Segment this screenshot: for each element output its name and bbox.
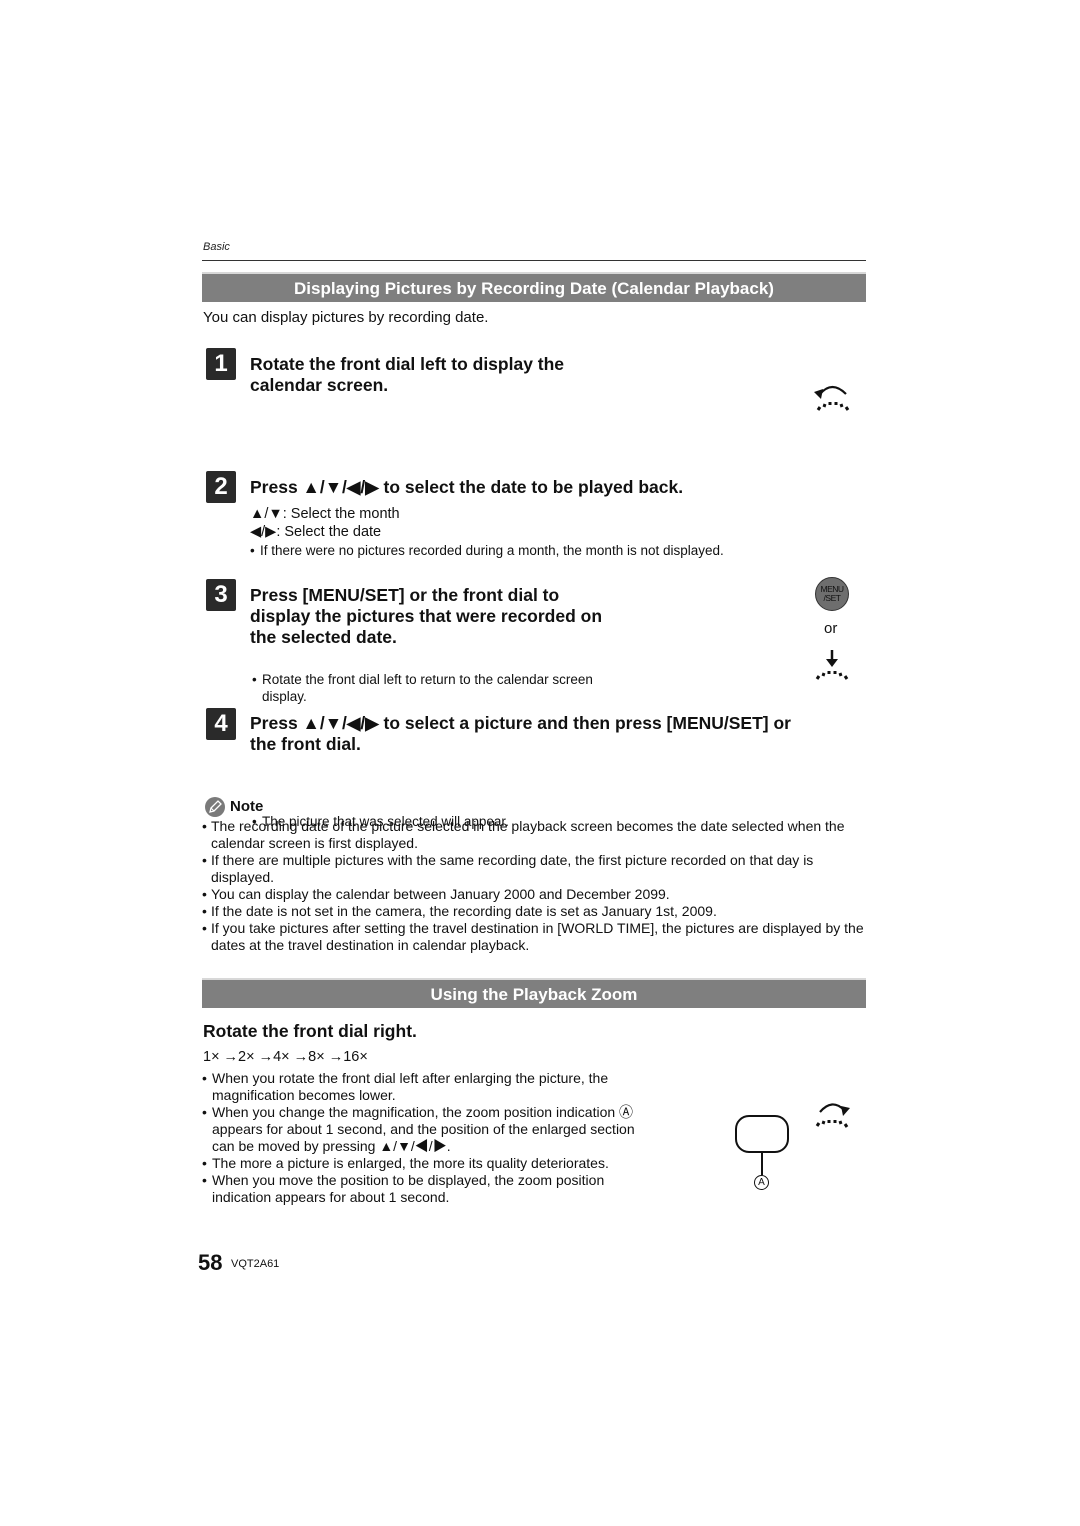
- document-code: VQT2A61: [231, 1258, 280, 1270]
- zoom-bullet: When you change the magnification, the z…: [202, 1104, 642, 1155]
- callout-a-label: A: [754, 1175, 769, 1190]
- step-2-detail-month: ▲/▼: Select the month: [250, 506, 400, 522]
- step-number-1: 1: [206, 348, 236, 380]
- menu-set-button-icon: MENU /SET: [815, 577, 849, 611]
- note-list: The recording date of the picture select…: [202, 818, 872, 954]
- section-heading-calendar-playback: Displaying Pictures by Recording Date (C…: [202, 272, 866, 302]
- intro-text: You can display pictures by recording da…: [203, 309, 489, 326]
- dial-rotate-right-icon: [812, 1098, 856, 1132]
- step-2-title: Press ▲/▼/◀/▶ to select the date to be p…: [250, 477, 684, 497]
- step-1-title: Rotate the front dial left to display th…: [250, 354, 564, 396]
- page-number: 58: [198, 1250, 223, 1275]
- dial-press-icon: [812, 648, 852, 682]
- note-item: If the date is not set in the camera, th…: [202, 903, 872, 920]
- header-rule: [202, 260, 866, 261]
- section-heading-playback-zoom: Using the Playback Zoom: [202, 978, 866, 1008]
- step-2-detail-date: ◀/▶: Select the date: [250, 524, 382, 540]
- step-4-title-line2: the front dial.: [250, 734, 361, 754]
- or-label: or: [824, 620, 838, 637]
- step-3-title-line3: the selected date.: [250, 627, 397, 647]
- note-item: You can display the calendar between Jan…: [202, 886, 872, 903]
- dial-rotate-left-icon: [810, 380, 854, 416]
- section-label: Basic: [203, 241, 230, 253]
- step-1-title-line2: calendar screen.: [250, 375, 389, 395]
- step-3-title: Press [MENU/SET] or the front dial to di…: [250, 585, 602, 648]
- step-number-2: 2: [206, 471, 236, 503]
- callout-line: [761, 1153, 763, 1175]
- step-1-title-line1: Rotate the front dial left to display th…: [250, 354, 565, 374]
- step-2-bullet: If there were no pictures recorded durin…: [250, 542, 860, 559]
- step-3-bullet: Rotate the front dial left to return to …: [252, 671, 622, 705]
- menu-set-label-line2: /SET: [823, 593, 841, 603]
- note-item: The recording date of the picture select…: [202, 818, 872, 852]
- zoom-position-indicator-shape: [735, 1115, 789, 1153]
- zoom-magnification-sequence: 1× →2× →4× →8× →16×: [203, 1049, 368, 1065]
- step-3-title-line2: display the pictures that were recorded …: [250, 606, 603, 626]
- zoom-bullet: When you rotate the front dial left afte…: [202, 1070, 642, 1104]
- step-number-3: 3: [206, 579, 236, 611]
- step-4-title: Press ▲/▼/◀/▶ to select a picture and th…: [250, 713, 791, 755]
- step-4-title-line1: Press ▲/▼/◀/▶ to select a picture and th…: [250, 713, 791, 733]
- zoom-bullet: The more a picture is enlarged, the more…: [202, 1155, 642, 1172]
- step-2-details: ▲/▼: Select the month ◀/▶: Select the da…: [250, 505, 400, 541]
- zoom-bullet: When you move the position to be display…: [202, 1172, 642, 1206]
- zoom-subtitle: Rotate the front dial right.: [203, 1021, 417, 1041]
- zoom-bullet-list: When you rotate the front dial left afte…: [202, 1070, 642, 1206]
- note-item: If you take pictures after setting the t…: [202, 920, 872, 954]
- step-number-4: 4: [206, 708, 236, 740]
- step-3-title-line1: Press [MENU/SET] or the front dial to: [250, 585, 560, 605]
- note-label: Note: [230, 798, 264, 815]
- note-item: If there are multiple pictures with the …: [202, 852, 872, 886]
- pencil-note-icon: [205, 797, 225, 817]
